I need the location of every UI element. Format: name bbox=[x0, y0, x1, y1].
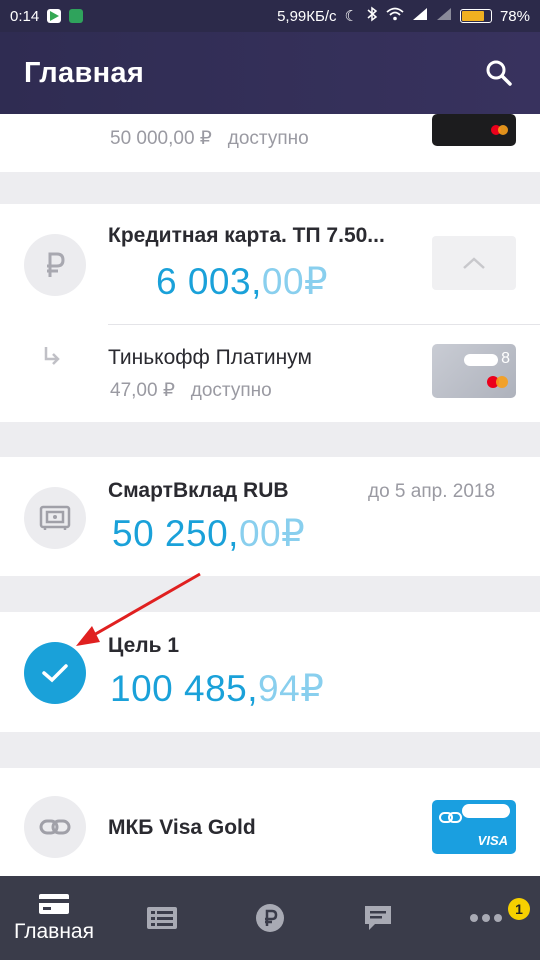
nav-operations[interactable] bbox=[108, 876, 216, 960]
more-icon bbox=[470, 914, 502, 922]
bottom-nav: Главная 1 bbox=[0, 876, 540, 960]
nav-home[interactable]: Главная bbox=[0, 876, 108, 960]
list-icon bbox=[147, 907, 177, 929]
chat-icon bbox=[365, 906, 391, 930]
ruble-icon bbox=[256, 904, 284, 932]
notification-badge: 1 bbox=[508, 898, 530, 920]
nav-more[interactable]: 1 bbox=[432, 876, 540, 960]
nav-chat[interactable] bbox=[324, 876, 432, 960]
nav-home-label: Главная bbox=[14, 920, 94, 943]
nav-payments[interactable] bbox=[216, 876, 324, 960]
card-icon bbox=[39, 894, 69, 914]
annotation-arrow bbox=[76, 572, 201, 646]
